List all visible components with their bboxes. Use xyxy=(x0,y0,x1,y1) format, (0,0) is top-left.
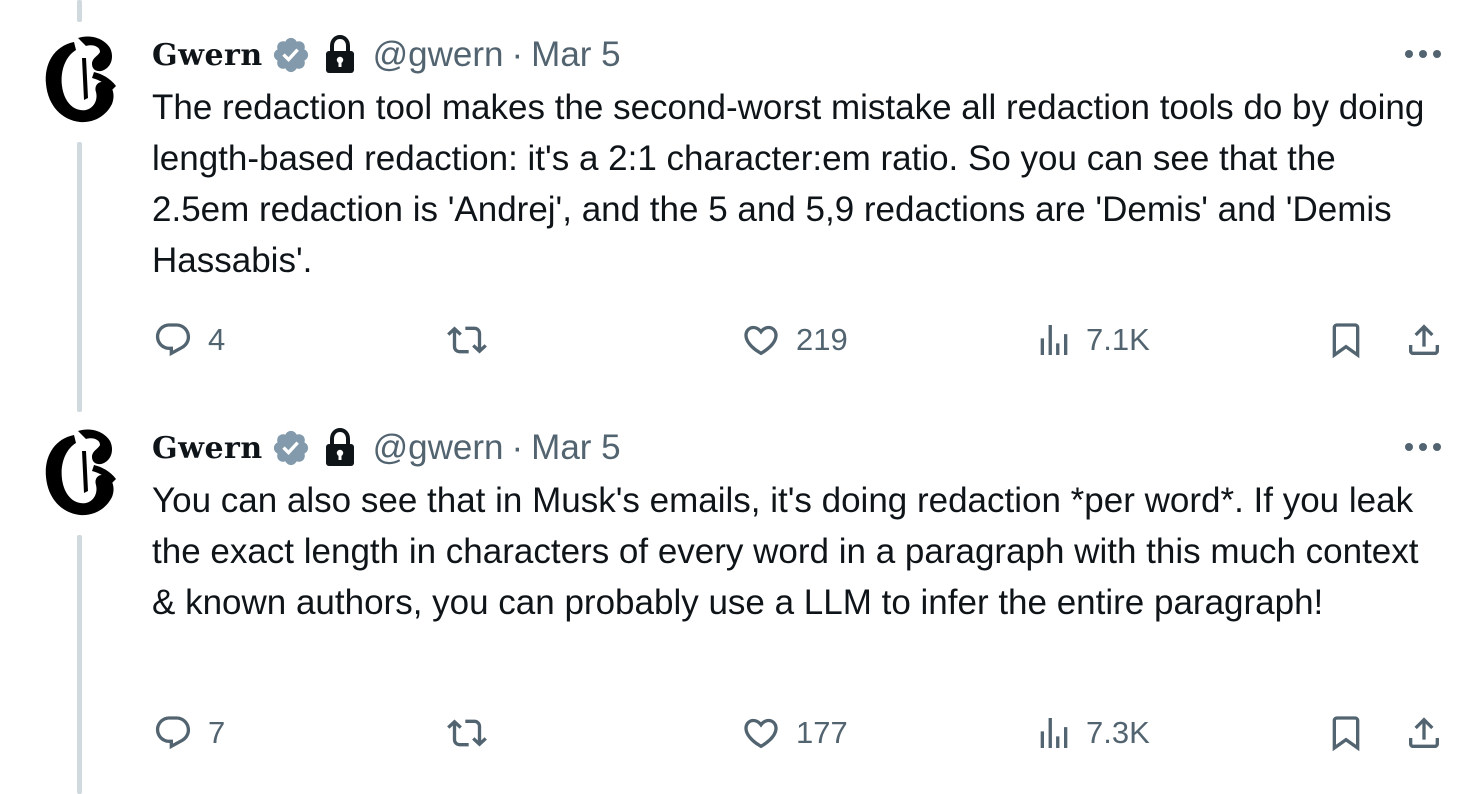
gwern-logo-icon xyxy=(38,423,122,519)
separator-dot: · xyxy=(511,35,524,74)
author-name[interactable]: Gwern xyxy=(152,431,263,466)
author-handle[interactable]: @gwern xyxy=(373,35,504,75)
verified-badge-icon[interactable] xyxy=(271,35,311,75)
tweet-text: The redaction tool makes the second-wors… xyxy=(152,88,1425,280)
views-chart-icon xyxy=(1040,325,1068,355)
separator-dot: · xyxy=(511,428,524,467)
more-dots-icon xyxy=(1405,443,1441,451)
share-icon xyxy=(1409,324,1439,355)
share-icon xyxy=(1409,717,1439,748)
tweet-date[interactable]: Mar 5 xyxy=(531,35,620,75)
like-count: 177 xyxy=(796,715,848,750)
bookmark-icon xyxy=(1332,323,1360,359)
share-button[interactable] xyxy=(1404,713,1444,753)
views-button[interactable]: 7.3K xyxy=(1034,713,1150,753)
tweet-header: Gwern @gwern · Mar 5 xyxy=(152,421,621,475)
reply-count: 7 xyxy=(208,715,226,750)
retweet-icon xyxy=(447,719,487,747)
retweet-button[interactable] xyxy=(444,713,490,753)
heart-icon xyxy=(744,718,778,749)
heart-icon xyxy=(744,325,778,356)
reply-icon xyxy=(155,716,191,750)
author-handle[interactable]: @gwern xyxy=(373,428,504,468)
more-options-button[interactable] xyxy=(1400,429,1446,465)
avatar[interactable] xyxy=(38,28,122,128)
bookmark-button[interactable] xyxy=(1326,713,1366,753)
lock-icon xyxy=(323,428,357,468)
verified-badge-icon[interactable] xyxy=(271,428,311,468)
like-button[interactable]: 177 xyxy=(738,713,848,753)
more-options-button[interactable] xyxy=(1400,36,1446,72)
avatar[interactable] xyxy=(38,421,122,521)
gwern-logo-icon xyxy=(38,30,122,126)
share-button[interactable] xyxy=(1404,320,1444,360)
bookmark-icon xyxy=(1332,716,1360,752)
reply-icon xyxy=(155,323,191,357)
author-name[interactable]: Gwern xyxy=(152,38,263,73)
tweet-text: You can also see that in Musk's emails, … xyxy=(152,481,1419,622)
tweet-header: Gwern @gwern · Mar 5 xyxy=(152,28,621,82)
like-count: 219 xyxy=(796,322,848,357)
reply-button[interactable]: 7 xyxy=(150,713,225,753)
tweet[interactable]: Gwern @gwern · Mar 5 You can also see th… xyxy=(0,393,1476,794)
retweet-button[interactable] xyxy=(444,320,490,360)
views-chart-icon xyxy=(1040,718,1068,748)
tweet-date[interactable]: Mar 5 xyxy=(531,428,620,468)
reply-count: 4 xyxy=(208,322,226,357)
views-count: 7.3K xyxy=(1086,715,1150,750)
retweet-icon xyxy=(447,326,487,354)
bookmark-button[interactable] xyxy=(1326,320,1366,360)
more-dots-icon xyxy=(1405,50,1441,58)
like-button[interactable]: 219 xyxy=(738,320,848,360)
tweet[interactable]: Gwern @gwern · Mar 5 The redaction tool … xyxy=(0,0,1476,400)
views-button[interactable]: 7.1K xyxy=(1034,320,1150,360)
views-count: 7.1K xyxy=(1086,322,1150,357)
lock-icon xyxy=(323,35,357,75)
reply-button[interactable]: 4 xyxy=(150,320,225,360)
